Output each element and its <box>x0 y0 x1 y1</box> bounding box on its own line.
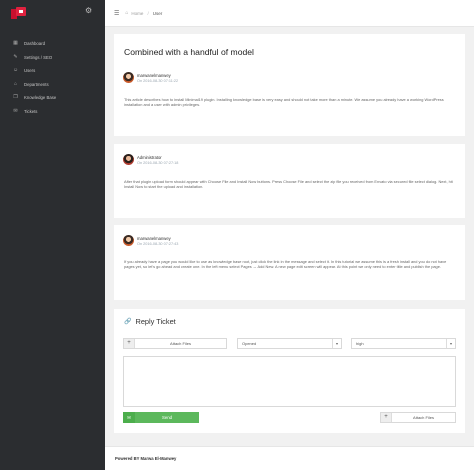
send-button[interactable]: ✉ Send <box>123 412 199 423</box>
message-date: On 2016-08-30 07:27:18 <box>137 161 179 165</box>
reply-message-field[interactable] <box>123 356 456 407</box>
settings-icon: ✎ <box>13 53 18 60</box>
reply-form: 🔗 Reply Ticket + Attach Files Opened ▾ h… <box>114 309 465 433</box>
sidebar-item-label: Knowledge Base <box>24 95 57 101</box>
status-select-value: Opened <box>242 341 257 346</box>
reply-title-text: Reply Ticket <box>135 317 176 326</box>
status-select[interactable]: Opened ▾ <box>237 338 342 349</box>
sidebar-item-label: Tickets <box>24 108 38 114</box>
sidebar-item-users[interactable]: ☺ Users <box>0 64 105 78</box>
sidebar: ⚙ ▦ Dashboard ✎ Settings / SEO ☺ Users ⌂… <box>0 0 105 470</box>
topbar: ☰ ⌂ Home / User <box>105 0 474 27</box>
sidebar-item-dashboard[interactable]: ▦ Dashboard <box>0 37 105 51</box>
plus-icon: + <box>124 339 135 348</box>
attach-files-label: Attach Files <box>413 415 434 420</box>
footer-text: Powered BY Marwa El-Manwey <box>115 456 177 461</box>
attach-files-button-bottom[interactable]: + Attach Files <box>380 412 456 423</box>
users-icon: ☺ <box>13 67 19 74</box>
message-author: Administrator <box>137 155 162 160</box>
message-body: If you already have a page you would lik… <box>124 259 447 270</box>
logo[interactable] <box>11 7 26 19</box>
sidebar-header: ⚙ <box>0 0 105 25</box>
message-body: After that plugin upload form should app… <box>124 179 453 190</box>
sidebar-item-label: Settings / SEO <box>24 54 53 60</box>
ticket-icon: ✉ <box>13 107 18 114</box>
sidebar-item-departments[interactable]: ⌂ Departments <box>0 78 105 92</box>
attach-files-label: Attach Files <box>170 341 191 346</box>
menu-toggle-icon[interactable]: ☰ <box>114 10 119 17</box>
home-icon: ⌂ <box>125 10 129 16</box>
priority-select-value: high <box>356 341 364 346</box>
sidebar-nav: ▦ Dashboard ✎ Settings / SEO ☺ Users ⌂ D… <box>0 37 105 118</box>
message-author: marwanelmanwey <box>137 236 171 241</box>
priority-select[interactable]: high ▾ <box>351 338 456 349</box>
sidebar-item-tickets[interactable]: ✉ Tickets <box>0 105 105 119</box>
sidebar-item-settings[interactable]: ✎ Settings / SEO <box>0 51 105 65</box>
attach-files-button[interactable]: + Attach Files <box>123 338 227 349</box>
message-card: marwanelmanwey On 2016-08-30 07:27:43 If… <box>114 225 465 300</box>
message-body: This article describes how to install Mi… <box>124 97 444 108</box>
footer: Powered BY Marwa El-Manwey <box>105 446 474 470</box>
departments-icon: ⌂ <box>13 80 18 87</box>
send-icon: ✉ <box>123 412 135 423</box>
breadcrumb-separator: / <box>147 10 149 16</box>
link-icon: 🔗 <box>124 319 132 325</box>
avatar <box>123 235 134 246</box>
avatar <box>123 154 134 165</box>
sidebar-item-knowledge-base[interactable]: ❐ Knowledge Base <box>0 91 105 105</box>
dashboard-icon: ▦ <box>13 40 18 47</box>
message-date: On 2016-08-30 07:11:22 <box>137 79 179 83</box>
book-icon: ❐ <box>13 94 18 101</box>
page-title: Combined with a handful of model <box>124 47 254 57</box>
message-card: Administrator On 2016-08-30 07:27:18 Aft… <box>114 144 465 218</box>
message-card: marwanelmanwey On 2016-08-30 07:11:22 Th… <box>114 62 465 136</box>
sidebar-item-label: Departments <box>24 81 49 87</box>
plus-icon: + <box>381 413 392 422</box>
chevron-down-icon: ▾ <box>332 339 341 348</box>
sidebar-item-label: Users <box>24 68 36 74</box>
chevron-down-icon: ▾ <box>446 339 455 348</box>
message-author: marwanelmanwey <box>137 73 171 78</box>
breadcrumb-home[interactable]: Home <box>131 11 143 16</box>
avatar <box>123 72 134 83</box>
gear-icon[interactable]: ⚙ <box>85 7 92 15</box>
sidebar-item-label: Dashboard <box>24 41 46 47</box>
send-label: Send <box>161 415 173 420</box>
reply-title: 🔗 Reply Ticket <box>124 317 176 326</box>
message-date: On 2016-08-30 07:27:43 <box>137 242 179 246</box>
breadcrumb-current: User <box>152 10 163 16</box>
